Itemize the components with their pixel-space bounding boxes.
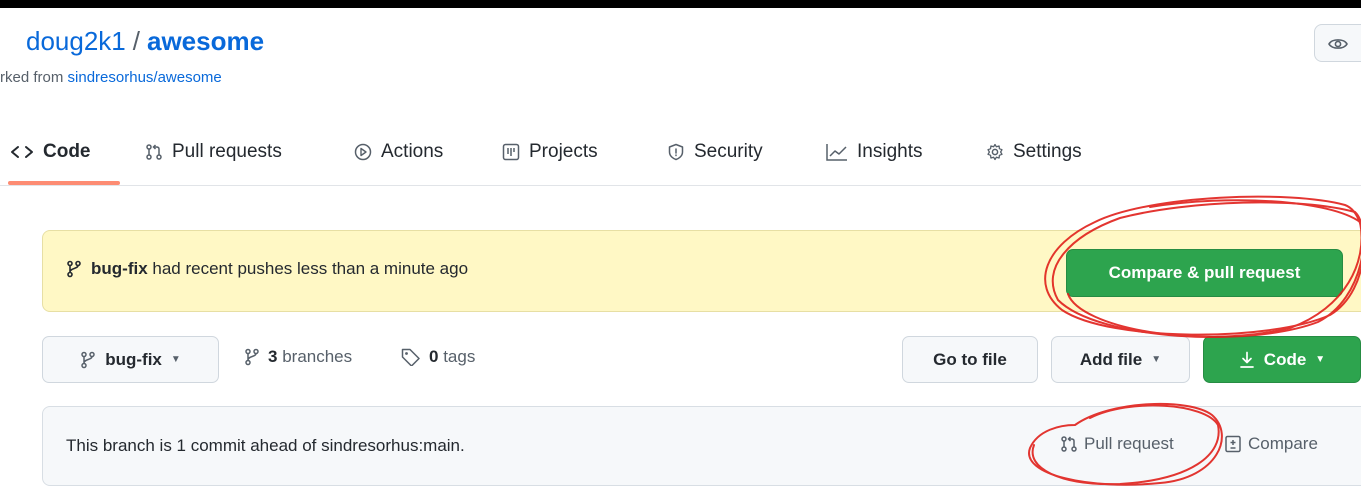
repo-owner-link[interactable]: doug2k1 bbox=[26, 26, 126, 56]
forked-from-link[interactable]: sindresorhus/awesome bbox=[68, 69, 222, 86]
repo-nav-tabs: Code Pull requests Actions Projects Secu… bbox=[0, 118, 1361, 186]
branches-label: branches bbox=[282, 347, 353, 366]
chevron-down-icon: ▼ bbox=[170, 354, 181, 365]
project-icon bbox=[502, 143, 520, 161]
add-file-button[interactable]: Add file ▼ bbox=[1051, 336, 1190, 383]
git-pull-request-icon bbox=[146, 144, 162, 160]
banner-branch-name: bug-fix bbox=[91, 259, 148, 278]
tag-icon bbox=[401, 348, 420, 366]
commits-ahead-message: This branch is 1 commit ahead of sindres… bbox=[66, 436, 465, 455]
play-icon bbox=[354, 143, 372, 161]
tab-projects-label: Projects bbox=[529, 141, 598, 162]
compare-pull-request-button[interactable]: Compare & pull request bbox=[1066, 249, 1343, 297]
branch-select-button[interactable]: bug-fix ▼ bbox=[42, 336, 219, 383]
pull-request-label: Pull request bbox=[1084, 434, 1174, 453]
graph-icon bbox=[826, 144, 847, 161]
active-tab-underline bbox=[8, 181, 120, 185]
recent-pushes-message: bug-fix had recent pushes less than a mi… bbox=[66, 259, 468, 279]
gear-icon bbox=[987, 143, 1003, 161]
file-diff-icon bbox=[1225, 435, 1241, 453]
tab-settings-label: Settings bbox=[1013, 141, 1082, 162]
shield-icon bbox=[668, 143, 684, 161]
compare-label: Compare bbox=[1248, 434, 1318, 453]
chevron-down-icon: ▼ bbox=[1315, 354, 1326, 365]
chevron-down-icon: ▼ bbox=[1151, 354, 1162, 365]
forked-from-line: rked from sindresorhus/awesome bbox=[0, 69, 222, 86]
tab-pull-requests-label: Pull requests bbox=[172, 141, 282, 162]
git-branch-icon bbox=[67, 260, 81, 278]
git-branch-icon bbox=[81, 351, 95, 368]
git-pull-request-icon bbox=[1061, 436, 1077, 452]
eye-icon bbox=[1328, 39, 1348, 49]
repo-name-link[interactable]: awesome bbox=[147, 26, 264, 56]
repo-title: doug2k1/awesome bbox=[26, 24, 264, 58]
compare-link[interactable]: Compare bbox=[1224, 434, 1318, 454]
branches-link[interactable]: 3 branches bbox=[244, 347, 352, 367]
watch-button[interactable] bbox=[1314, 24, 1361, 62]
branches-count: 3 bbox=[268, 347, 278, 366]
tab-actions[interactable]: Actions bbox=[354, 118, 443, 186]
tab-projects[interactable]: Projects bbox=[502, 118, 598, 186]
tab-insights[interactable]: Insights bbox=[826, 118, 922, 186]
tab-actions-label: Actions bbox=[381, 141, 444, 162]
branch-select-label: bug-fix bbox=[105, 349, 162, 369]
tab-settings[interactable]: Settings bbox=[986, 118, 1082, 186]
pull-request-link[interactable]: Pull request bbox=[1060, 434, 1174, 454]
top-black-bar bbox=[0, 0, 1361, 8]
download-icon bbox=[1239, 351, 1254, 368]
code-button-label: Code bbox=[1263, 349, 1307, 369]
tab-insights-label: Insights bbox=[857, 141, 923, 162]
forked-from-prefix: rked from bbox=[0, 69, 64, 86]
banner-message: had recent pushes less than a minute ago bbox=[152, 259, 469, 278]
tab-code[interactable]: Code bbox=[10, 118, 91, 186]
tab-security[interactable]: Security bbox=[667, 118, 763, 186]
tags-label: tags bbox=[443, 347, 476, 366]
code-icon bbox=[11, 146, 33, 158]
tags-link[interactable]: 0 tags bbox=[401, 347, 475, 367]
add-file-label: Add file bbox=[1079, 349, 1143, 369]
tab-security-label: Security bbox=[694, 141, 763, 162]
repo-separator: / bbox=[132, 26, 140, 56]
code-button[interactable]: Code ▼ bbox=[1203, 336, 1361, 383]
git-branch-icon bbox=[245, 348, 259, 366]
tab-pull-requests[interactable]: Pull requests bbox=[145, 118, 282, 186]
tab-code-label: Code bbox=[43, 141, 91, 162]
tags-count: 0 bbox=[429, 347, 439, 366]
go-to-file-button[interactable]: Go to file bbox=[902, 336, 1038, 383]
